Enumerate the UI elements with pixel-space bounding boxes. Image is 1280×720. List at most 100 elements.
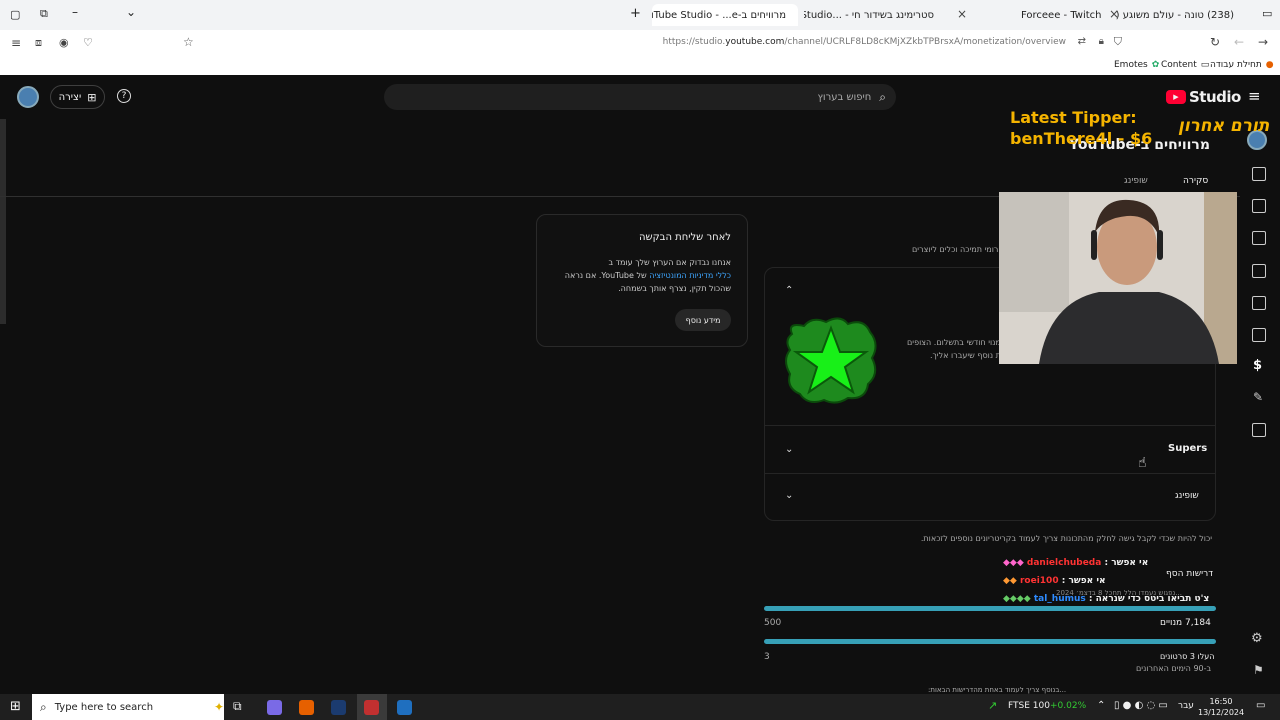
supers-label[interactable]: Supers xyxy=(1168,443,1228,454)
task-view-icon[interactable]: ⧉ xyxy=(233,699,242,714)
bookmarks-bar: Emotes ✿ Content ▭ ● תחילת עבודה xyxy=(0,56,1280,75)
left-scrollbar[interactable] xyxy=(0,119,6,324)
dashboard-icon[interactable] xyxy=(1252,167,1266,181)
tab-overview-icon[interactable]: ▢ xyxy=(10,8,20,21)
browser-tab-bar: ▢ ⧉ – ⌄ מרוויחים ב-YouTube Studio - ...e… xyxy=(0,0,1280,30)
taskbar-search-input[interactable]: ⌕ Type here to search ✦ xyxy=(32,694,224,720)
divider xyxy=(765,425,1215,426)
hand-cursor-icon: ☝ xyxy=(1138,455,1147,471)
forward-icon[interactable]: ← xyxy=(1234,35,1244,49)
learn-more-button[interactable]: מידע נוסף xyxy=(675,309,731,331)
subscribers-target: 500 xyxy=(764,618,782,628)
card-text: אנחנו נבדוק אם הערוץ שלך עומד ב כללי מדי… xyxy=(564,258,731,293)
tab-restore-icon[interactable]: ⧉ xyxy=(40,7,48,21)
badge-icon: ◆◆ xyxy=(1003,576,1017,586)
bookmark-content[interactable]: Content ▭ xyxy=(1161,60,1209,70)
windows-start-icon[interactable]: ⊞ xyxy=(10,699,21,714)
tab-overview[interactable]: סקירה xyxy=(1183,176,1208,186)
bookmark-star-icon[interactable]: ☆ xyxy=(183,35,194,49)
policy-link[interactable]: כללי מדיניות המונטיזציה xyxy=(649,271,731,280)
bottom-note: ...בנוסף צריך לעמוד באחת מהדרישות הבאות: xyxy=(928,686,1067,694)
analytics-icon[interactable] xyxy=(1252,231,1266,245)
window-restore-icon[interactable]: ▭ xyxy=(1262,7,1272,20)
url-bar[interactable]: ☆ https://studio.youtube.com/channel/UCR… xyxy=(175,33,1130,53)
latest-tipper: Latest Tipper: benThere4l - $6 xyxy=(1010,108,1153,148)
subscribers-progress-bar xyxy=(764,606,1216,611)
back-icon[interactable]: → xyxy=(1258,35,1268,49)
ticker-change: +0.02% xyxy=(1050,701,1087,711)
chat-message: אי אפשר : danielchubeda ◆◆◆ xyxy=(1003,558,1149,568)
notification-icon[interactable]: ▭ xyxy=(1256,700,1265,711)
help-icon[interactable]: ? xyxy=(117,89,131,103)
content-icon[interactable] xyxy=(1252,199,1266,213)
search-input[interactable]: ⌕ חיפוש בערוץ xyxy=(384,84,896,110)
chevron-down-icon[interactable]: ⌄ xyxy=(785,444,793,455)
webcam-feed xyxy=(999,192,1237,364)
create-video-icon: ⊞ xyxy=(87,90,97,104)
ticker-label[interactable]: FTSE 100 xyxy=(1008,701,1050,711)
search-icon: ⌕ xyxy=(879,89,886,104)
app-icon[interactable] xyxy=(397,700,412,715)
discord-icon[interactable] xyxy=(267,700,282,715)
tab-twitch[interactable]: Forceee - Twitch xyxy=(1015,4,1101,26)
tab-title: Forceee - Twitch xyxy=(1021,9,1101,21)
clock[interactable]: 16:50 13/12/2024 xyxy=(1198,696,1244,718)
firefox-icon[interactable] xyxy=(299,700,314,715)
new-tab-icon[interactable]: + xyxy=(630,6,641,21)
lock-icon[interactable]: 🔒︎ xyxy=(1099,36,1104,47)
card-title: לאחר שליחת הבקשה xyxy=(638,232,731,243)
intro-text: ...רומי תמיכה וכלים ליוצרים xyxy=(912,245,1007,254)
bookmark-emotes[interactable]: Emotes ✿ xyxy=(1114,60,1159,70)
settings-gear-icon[interactable]: ⚙ xyxy=(1251,631,1263,646)
star-sticker xyxy=(785,317,877,404)
tab-title: (238) טונה - עולם משוגע (עם רב xyxy=(1116,9,1234,21)
chevron-up-icon[interactable]: ⌃ xyxy=(785,285,793,296)
tipper-hebrew-label: תורם אחרון xyxy=(1178,116,1270,136)
shopping-label[interactable]: שופינג xyxy=(1175,491,1199,501)
audio-library-icon[interactable] xyxy=(1252,423,1266,437)
streaming-app-icon[interactable] xyxy=(364,700,379,715)
menu-icon[interactable]: ≡ xyxy=(11,36,21,50)
bookmark-getting-started[interactable]: ● תחילת עבודה xyxy=(1210,60,1274,70)
url-text: https://studio.youtube.com/channel/UCRLF… xyxy=(662,37,1066,47)
subtitles-icon[interactable] xyxy=(1252,296,1266,310)
hamburger-menu-icon[interactable]: ≡ xyxy=(1248,87,1261,105)
tab-livestream[interactable]: סטרימינג בשידור חי - ...be Studio xyxy=(804,4,946,26)
uploads-progress-bar xyxy=(764,639,1216,644)
feedback-icon[interactable]: ⚑ xyxy=(1253,663,1264,677)
search-icon: ⌕ xyxy=(40,699,47,714)
customization-icon[interactable]: ✎ xyxy=(1253,390,1263,404)
chat-message: אי אפשר : roei100 ◆◆ xyxy=(1003,576,1106,586)
folder-icon: ▭ xyxy=(1200,60,1210,70)
tray-icons[interactable]: ▯ ● ◐ ◌ ▭ xyxy=(1114,700,1168,711)
copyright-icon[interactable] xyxy=(1252,328,1266,342)
chevron-down-icon[interactable]: ⌄ xyxy=(785,490,793,501)
minimize-icon[interactable]: – xyxy=(72,5,78,19)
tab-monetization[interactable]: מרוויחים ב-YouTube Studio - ...e × xyxy=(652,4,798,26)
uploads-label: העלו 3 סרטונים xyxy=(1160,652,1215,661)
sparkle-icon: ✦ xyxy=(213,700,224,714)
badge-icon: ◆◆◆◆ xyxy=(1003,594,1031,604)
tab-title: סטרימינג בשידור חי - ...be Studio xyxy=(804,9,934,21)
language-indicator[interactable]: עבר xyxy=(1178,701,1194,711)
earn-dollar-icon[interactable]: $ xyxy=(1253,358,1262,373)
requirements-label: דרישות הסף xyxy=(1166,569,1214,579)
account-icon[interactable]: ◉ xyxy=(59,36,69,49)
memberships-text: ...מנוי חודשי בתשלום. הצופים ...ת נוסף ש… xyxy=(907,338,1009,360)
tab-shopping[interactable]: שופינג xyxy=(1124,176,1148,186)
uploads-target: 3 xyxy=(764,652,770,662)
studio-logo[interactable]: ▶ Studio xyxy=(1166,88,1241,106)
steam-icon[interactable] xyxy=(331,700,346,715)
close-tab-icon[interactable]: × xyxy=(957,7,967,21)
reload-icon[interactable]: ↻ xyxy=(1210,35,1220,49)
pocket-icon[interactable]: ♡ xyxy=(83,36,93,49)
extensions-icon[interactable]: ⧈ xyxy=(35,36,42,50)
create-button[interactable]: יצירה ⊞ xyxy=(50,85,105,109)
chevron-down-icon[interactable]: ⌄ xyxy=(126,5,136,19)
tray-chevron-icon[interactable]: ⌃ xyxy=(1097,700,1105,711)
community-icon[interactable] xyxy=(1252,264,1266,278)
tab-music[interactable]: (238) טונה - עולם משוגע (עם רב xyxy=(1116,4,1246,26)
permissions-icon[interactable]: ⇄ xyxy=(1078,36,1086,47)
shield-icon[interactable]: ⛉ xyxy=(1114,35,1122,49)
avatar[interactable] xyxy=(17,86,39,108)
